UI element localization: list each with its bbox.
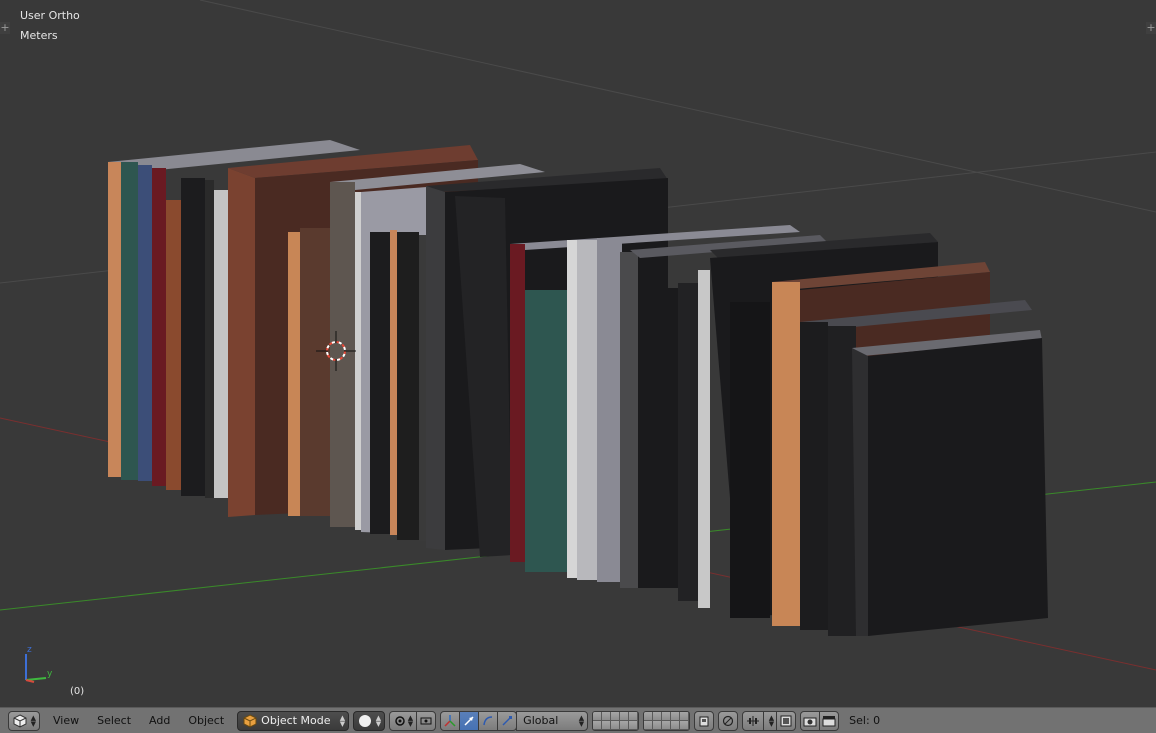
snap-target-button[interactable]	[776, 710, 797, 731]
books-group-4[interactable]	[772, 262, 1048, 636]
view-name-label: User Ortho	[20, 9, 80, 22]
layer-toggle[interactable]	[662, 720, 672, 730]
view-menu[interactable]: View	[44, 711, 88, 731]
layer-toggle[interactable]	[620, 720, 630, 730]
scale-arrow-icon	[502, 715, 513, 726]
updown-arrows-icon: ▲ ▼	[30, 713, 36, 728]
pivot-icon	[395, 715, 405, 726]
layer-toggle[interactable]	[671, 720, 681, 730]
proportional-editing-dropdown[interactable]	[718, 710, 739, 731]
layer-toggle[interactable]	[593, 711, 603, 721]
scale-manipulator-button[interactable]	[497, 710, 518, 731]
layer-toggle[interactable]	[662, 711, 672, 721]
layer-toggle[interactable]	[602, 711, 612, 721]
updown-arrows-icon: ▲ ▼	[578, 713, 585, 728]
updown-arrows-icon: ▲ ▼	[339, 713, 346, 728]
rotate-arc-icon	[483, 715, 493, 725]
snap-magnet-icon	[747, 715, 760, 726]
snap-element-icon	[780, 715, 792, 726]
gizmo-y-label: y	[47, 669, 53, 679]
manipulate-center-points-button[interactable]	[416, 710, 437, 731]
layer-toggle[interactable]	[680, 711, 690, 721]
updown-arrows-icon: ▲ ▼	[375, 713, 382, 728]
3d-viewport[interactable]: User Ortho Meters + + z y (0)	[0, 0, 1156, 707]
object-menu[interactable]: Object	[179, 711, 233, 731]
translate-arrow-icon	[464, 715, 474, 726]
rotate-manipulator-button[interactable]	[478, 710, 499, 731]
layer-lock-icon	[699, 716, 709, 726]
axis-gizmo: z y	[25, 645, 53, 683]
editor-type-button[interactable]: ▲ ▼	[8, 710, 40, 731]
layer-toggle[interactable]	[653, 720, 663, 730]
transform-manipulators-button[interactable]	[440, 710, 461, 731]
add-menu[interactable]: Add	[140, 711, 179, 731]
viewport-shading-dropdown[interactable]: ▲ ▼	[353, 710, 386, 731]
mode-label: Object Mode	[261, 714, 331, 727]
snap-element-dropdown[interactable]: ▲ ▼	[763, 710, 778, 731]
mode-dropdown[interactable]: Object Mode ▲ ▼	[237, 710, 350, 731]
layer-toggle[interactable]	[629, 711, 639, 721]
area-split-left-icon[interactable]: +	[0, 22, 10, 34]
lock-layers-button[interactable]	[694, 710, 715, 731]
orange-cube-icon	[243, 713, 257, 728]
layer-toggle[interactable]	[680, 720, 690, 730]
sphere-icon	[359, 714, 372, 727]
layer-toggle[interactable]	[629, 720, 639, 730]
manipulator-icon	[420, 717, 432, 724]
units-label: Meters	[20, 29, 58, 42]
camera-icon	[803, 717, 817, 726]
viewport-header: ▲ ▼ View Select Add Object Object Mode ▲ ▼…	[0, 707, 1156, 733]
layer-toggle[interactable]	[671, 711, 681, 721]
pivot-point-dropdown[interactable]: ▲ ▼	[389, 710, 418, 731]
area-split-right-icon[interactable]: +	[1146, 22, 1156, 34]
frame-number: (0)	[70, 686, 85, 697]
translate-manipulator-button[interactable]	[459, 710, 480, 731]
updown-arrows-icon: ▲ ▼	[407, 713, 414, 728]
manipulator-axes-icon	[444, 714, 456, 727]
render-opengl-animation-button[interactable]	[819, 710, 840, 731]
orientation-label: Global	[523, 714, 559, 727]
layers-block-2[interactable]	[643, 710, 691, 731]
render-opengl-image-button[interactable]	[800, 710, 821, 731]
snap-toggle-button[interactable]	[742, 710, 765, 731]
layer-toggle[interactable]	[644, 720, 654, 730]
transform-orientation-dropdown[interactable]: Global ▲ ▼	[516, 710, 589, 731]
layer-toggle[interactable]	[611, 711, 621, 721]
layer-toggle[interactable]	[644, 711, 654, 721]
layer-toggle[interactable]	[593, 720, 603, 730]
clapperboard-icon	[822, 715, 836, 726]
layer-toggle[interactable]	[620, 711, 630, 721]
layers-block-1[interactable]	[592, 710, 640, 731]
updown-arrows-icon: ▲ ▼	[768, 713, 775, 728]
select-menu[interactable]: Select	[88, 711, 140, 731]
selection-status: Sel: 0	[849, 714, 881, 727]
cube-icon	[13, 713, 27, 728]
layer-toggle[interactable]	[611, 720, 621, 730]
proportional-edit-icon	[723, 715, 734, 726]
scene-canvas[interactable]	[0, 0, 1156, 707]
layer-toggle[interactable]	[602, 720, 612, 730]
layer-toggle[interactable]	[653, 711, 663, 721]
gizmo-z-label: z	[27, 645, 32, 655]
